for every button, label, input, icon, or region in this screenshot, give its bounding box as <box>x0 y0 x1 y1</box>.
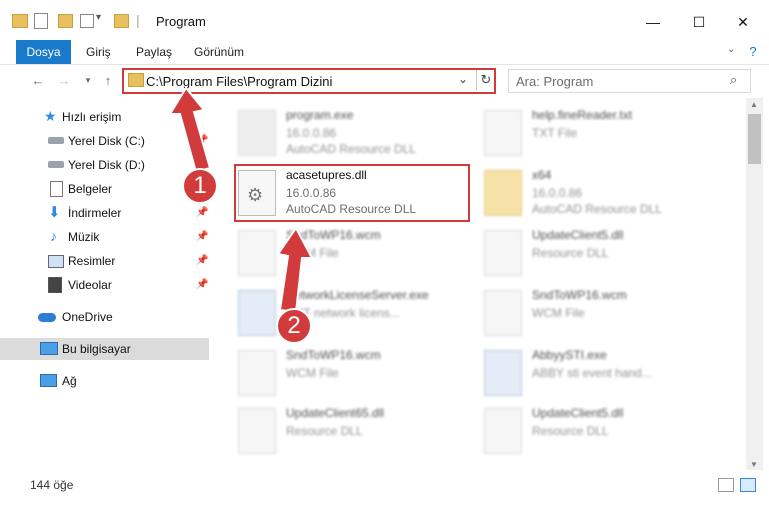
details-view-icon[interactable] <box>718 478 734 492</box>
callout-badge-1: 1 <box>182 168 218 204</box>
arrow-2-icon <box>276 226 314 314</box>
large-icons-view-icon[interactable] <box>740 478 756 492</box>
item-count: 144 öğe <box>30 478 74 492</box>
callout-badge-2: 2 <box>276 308 312 344</box>
status-bar <box>0 472 769 496</box>
annotation-arrows <box>168 86 314 314</box>
arrow-1-icon <box>168 86 212 174</box>
